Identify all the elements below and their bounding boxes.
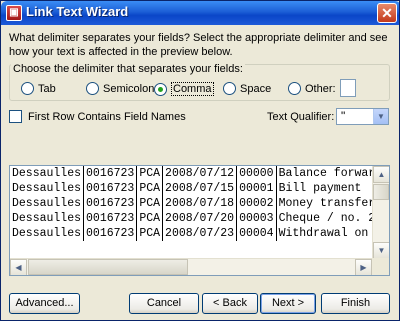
radio-circle[interactable] — [86, 82, 99, 95]
instructions-text: What delimiter separates your fields? Se… — [9, 32, 388, 58]
next-button[interactable]: Next > — [260, 293, 316, 314]
table-cell: 2008/07/23 — [162, 226, 238, 241]
radio-circle[interactable] — [288, 82, 301, 95]
table-row: Dessaulles 0016723 PCA 2008/07/23 00004 Withd… — [10, 226, 379, 241]
window-title: Link Text Wizard — [26, 4, 129, 19]
radio-other[interactable]: Other: — [288, 82, 336, 95]
table-cell: PCA — [136, 211, 164, 226]
table-row: Dessaulles 0016723 PCA 2008/07/18 00002 Money… — [10, 196, 379, 211]
table-cell: 00003 — [236, 211, 277, 226]
table-cell: Bill payment — [276, 181, 379, 196]
text-qualifier-select[interactable]: " ▼ — [336, 108, 389, 125]
table-cell: PCA — [136, 226, 164, 241]
radio-tab-label: Tab — [38, 82, 56, 95]
table-cell: 00000 — [236, 166, 277, 181]
table-cell: Withdrawal on — [276, 226, 379, 241]
table-cell: PCA — [136, 166, 164, 181]
radio-comma-label: Comma — [171, 82, 214, 96]
table-cell: Balance forwar — [276, 166, 379, 181]
radio-semicolon-label: Semicolon — [103, 82, 155, 95]
first-row-field-names-checkbox[interactable]: First Row Contains Field Names — [9, 110, 186, 123]
checkbox-box[interactable] — [9, 110, 22, 123]
link-text-wizard-dialog: ▣ Link Text Wizard ✕ What delimiter sepa… — [0, 0, 400, 321]
radio-circle[interactable] — [223, 82, 236, 95]
first-row-label: First Row Contains Field Names — [28, 110, 186, 123]
table-cell: 00004 — [236, 226, 277, 241]
preview-grid: Dessaulles 0016723 PCA 2008/07/12 00000 Balan… — [10, 166, 379, 241]
table-cell: 0016723 — [83, 166, 138, 181]
table-row: Dessaulles 0016723 PCA 2008/07/12 00000 Balan… — [10, 166, 379, 181]
table-cell: Money transfer — [276, 196, 379, 211]
advanced-button[interactable]: Advanced... — [9, 293, 80, 314]
radio-space[interactable]: Space — [223, 82, 271, 95]
table-cell: 0016723 — [83, 196, 138, 211]
finish-button[interactable]: Finish — [321, 293, 390, 314]
close-button[interactable]: ✕ — [377, 3, 397, 23]
horizontal-scrollbar[interactable]: ◀ ▶ — [10, 258, 372, 275]
cancel-button[interactable]: Cancel — [129, 293, 199, 314]
table-cell: Dessaulles — [10, 181, 85, 196]
table-cell: 0016723 — [83, 211, 138, 226]
access-app-icon: ▣ — [6, 5, 22, 21]
horizontal-scroll-thumb[interactable] — [28, 259, 188, 275]
preview-pane[interactable]: Dessaulles 0016723 PCA 2008/07/12 00000 Balan… — [9, 165, 390, 276]
radio-comma[interactable]: Comma — [154, 82, 214, 96]
vertical-scroll-thumb[interactable] — [373, 184, 389, 200]
table-cell: PCA — [136, 196, 164, 211]
radio-space-label: Space — [240, 82, 272, 95]
scroll-down-arrow-icon[interactable]: ▼ — [373, 242, 389, 259]
table-cell: 00002 — [236, 196, 277, 211]
back-button[interactable]: < Back — [202, 293, 258, 314]
table-cell: 2008/07/12 — [162, 166, 238, 181]
chevron-down-icon[interactable]: ▼ — [373, 109, 388, 124]
scroll-up-arrow-icon[interactable]: ▲ — [373, 166, 389, 183]
radio-circle[interactable] — [21, 82, 34, 95]
table-cell: Cheque / no. 2 — [276, 211, 379, 226]
delimiter-legend: Choose the delimiter that separates your… — [11, 63, 245, 75]
title-bar[interactable]: ▣ Link Text Wizard ✕ — [1, 1, 399, 25]
table-row: Dessaulles 0016723 PCA 2008/07/20 00003 Chequ… — [10, 211, 379, 226]
scrollbar-corner — [372, 258, 389, 275]
table-cell: 0016723 — [83, 226, 138, 241]
table-cell: Dessaulles — [10, 196, 85, 211]
table-cell: 00001 — [236, 181, 277, 196]
table-cell: 2008/07/18 — [162, 196, 238, 211]
table-cell: PCA — [136, 181, 164, 196]
scroll-left-arrow-icon[interactable]: ◀ — [10, 259, 27, 275]
table-cell: 2008/07/15 — [162, 181, 238, 196]
radio-circle-selected[interactable] — [154, 82, 167, 96]
other-delimiter-input[interactable] — [340, 79, 356, 97]
table-cell: 2008/07/20 — [162, 211, 238, 226]
table-row: Dessaulles 0016723 PCA 2008/07/15 00001 Bill … — [10, 181, 379, 196]
table-cell: Dessaulles — [10, 211, 85, 226]
table-cell: 0016723 — [83, 181, 138, 196]
radio-semicolon[interactable]: Semicolon — [86, 82, 154, 95]
text-qualifier-value: " — [341, 109, 346, 123]
radio-tab[interactable]: Tab — [21, 82, 56, 95]
table-cell: Dessaulles — [10, 166, 85, 181]
vertical-scrollbar[interactable]: ▲ ▼ — [372, 166, 389, 259]
table-cell: Dessaulles — [10, 226, 85, 241]
text-qualifier-label: Text Qualifier: — [267, 111, 335, 123]
radio-other-label: Other: — [305, 82, 336, 95]
scroll-right-arrow-icon[interactable]: ▶ — [355, 259, 372, 275]
